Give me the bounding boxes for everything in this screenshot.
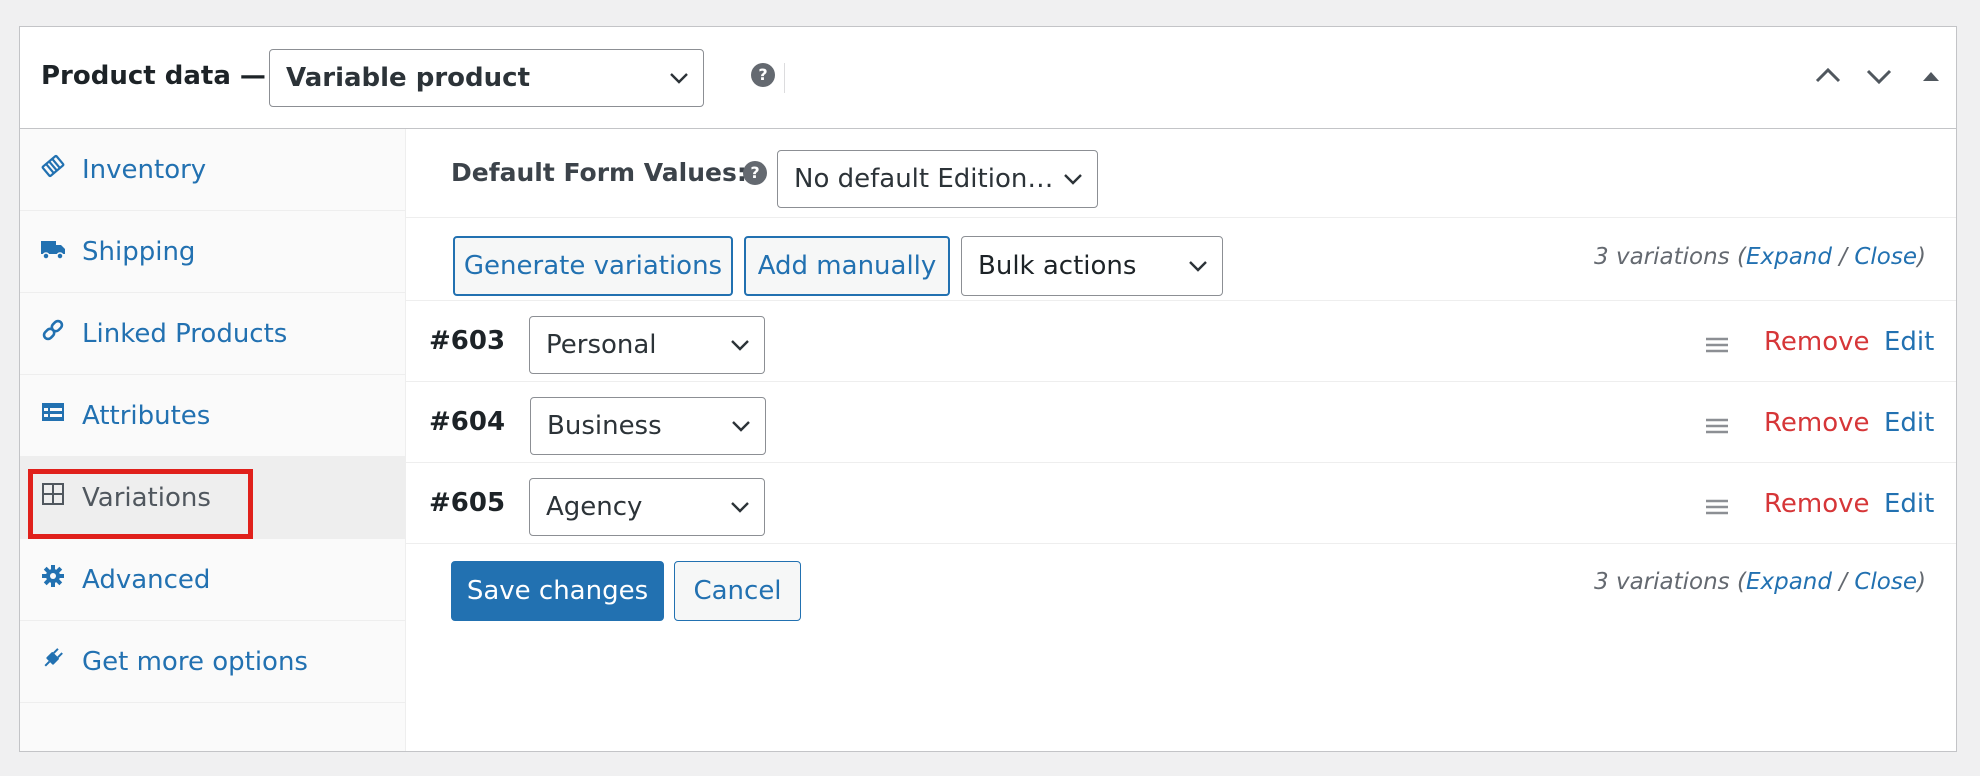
variations-footer: Save changes Cancel 3 variations (Expand… xyxy=(406,544,1956,640)
help-icon[interactable]: ? xyxy=(743,161,767,185)
panel-title: Product data — xyxy=(41,61,266,91)
panel-header: Product data — Variable product ? xyxy=(20,27,1956,129)
variation-edition-select[interactable]: Personal xyxy=(529,316,765,374)
edit-variation-link[interactable]: Edit xyxy=(1884,327,1934,357)
product-data-tabs: Inventory Shipping Linked Products Attri… xyxy=(20,129,406,751)
chevron-down-icon xyxy=(731,502,749,513)
tab-label: Attributes xyxy=(82,401,211,431)
drag-handle-icon[interactable] xyxy=(1704,497,1730,517)
variation-id: #604 xyxy=(429,407,506,437)
remove-variation-link[interactable]: Remove xyxy=(1764,408,1870,438)
variation-edition-select[interactable]: Business xyxy=(530,397,766,455)
tab-label: Linked Products xyxy=(82,319,288,349)
header-divider xyxy=(784,63,785,93)
tab-shipping[interactable]: Shipping xyxy=(20,211,406,293)
variation-id: #605 xyxy=(429,488,506,518)
default-form-values-label: Default Form Values: xyxy=(451,158,747,187)
bulk-actions-select[interactable]: Bulk actions xyxy=(961,236,1223,296)
move-down-icon[interactable] xyxy=(1864,61,1894,91)
variations-highlight-box xyxy=(28,469,253,539)
help-icon[interactable]: ? xyxy=(751,63,775,87)
default-edition-value: No default Edition… xyxy=(794,164,1054,194)
collapse-toggle-icon[interactable] xyxy=(1916,61,1946,91)
variation-id: #603 xyxy=(429,326,506,356)
variation-row: #604 Business Remove Edit xyxy=(406,382,1956,463)
variation-edition-value: Personal xyxy=(546,330,657,360)
close-link[interactable]: Close xyxy=(1854,569,1917,595)
product-data-panel: Product data — Variable product ? Invent… xyxy=(19,26,1957,752)
variation-row: #603 Personal Remove Edit xyxy=(406,301,1956,382)
edit-variation-link[interactable]: Edit xyxy=(1884,408,1934,438)
expand-link[interactable]: Expand xyxy=(1746,244,1832,270)
tab-label: Shipping xyxy=(82,237,196,267)
remove-variation-link[interactable]: Remove xyxy=(1764,327,1870,357)
variations-toolbar: Generate variations Add manually Bulk ac… xyxy=(406,218,1956,301)
tab-get-more-options[interactable]: Get more options xyxy=(20,621,406,703)
variation-edition-select[interactable]: Agency xyxy=(529,478,765,536)
chevron-down-icon xyxy=(1189,261,1207,272)
tab-advanced[interactable]: Advanced xyxy=(20,539,406,621)
drag-handle-icon[interactable] xyxy=(1704,335,1730,355)
product-type-value: Variable product xyxy=(286,63,530,93)
default-form-values-row: Default Form Values: ? No default Editio… xyxy=(406,129,1956,218)
variations-panel: Default Form Values: ? No default Editio… xyxy=(406,129,1956,751)
tab-linked-products[interactable]: Linked Products xyxy=(20,293,406,375)
variations-count-bottom: 3 variations (Expand / Close) xyxy=(1594,569,1926,595)
inventory-icon xyxy=(41,154,65,178)
truck-icon xyxy=(41,241,65,260)
attributes-icon xyxy=(42,403,64,421)
plugin-icon xyxy=(44,648,63,667)
chevron-down-icon xyxy=(670,73,688,84)
cancel-button[interactable]: Cancel xyxy=(674,561,801,621)
remove-variation-link[interactable]: Remove xyxy=(1764,489,1870,519)
move-up-icon[interactable] xyxy=(1813,61,1843,91)
chevron-down-icon xyxy=(1064,174,1082,185)
generate-variations-button[interactable]: Generate variations xyxy=(453,236,733,296)
variation-edition-value: Agency xyxy=(546,492,643,522)
expand-link[interactable]: Expand xyxy=(1746,569,1832,595)
bulk-actions-value: Bulk actions xyxy=(978,251,1137,281)
chevron-down-icon xyxy=(732,421,750,432)
close-link[interactable]: Close xyxy=(1854,244,1917,270)
save-changes-button[interactable]: Save changes xyxy=(451,561,664,621)
variations-count-top: 3 variations (Expand / Close) xyxy=(1594,244,1926,270)
tab-label: Get more options xyxy=(82,647,308,677)
tab-inventory[interactable]: Inventory xyxy=(20,129,406,211)
tab-label: Advanced xyxy=(82,565,211,595)
tab-label: Inventory xyxy=(82,155,207,185)
tab-attributes[interactable]: Attributes xyxy=(20,375,406,457)
product-type-select[interactable]: Variable product xyxy=(269,49,704,107)
add-manually-button[interactable]: Add manually xyxy=(744,236,950,296)
variation-edition-value: Business xyxy=(547,411,662,441)
default-edition-select[interactable]: No default Edition… xyxy=(777,150,1098,208)
gear-icon xyxy=(42,565,64,587)
variation-row: #605 Agency Remove Edit xyxy=(406,463,1956,544)
drag-handle-icon[interactable] xyxy=(1704,416,1730,436)
link-icon xyxy=(42,319,64,341)
chevron-down-icon xyxy=(731,340,749,351)
edit-variation-link[interactable]: Edit xyxy=(1884,489,1934,519)
